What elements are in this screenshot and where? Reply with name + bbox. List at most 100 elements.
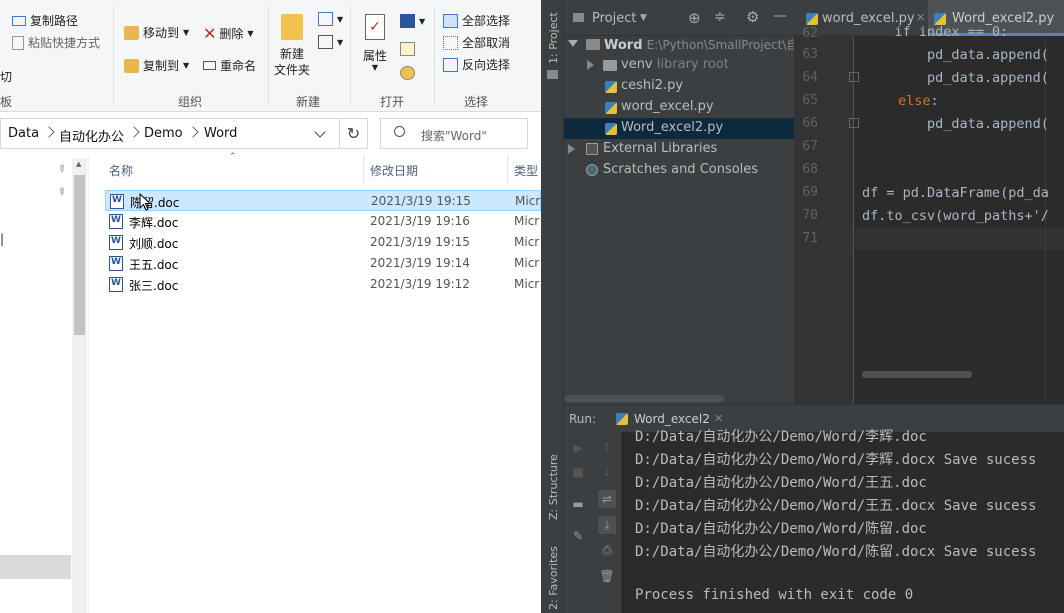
column-header-name[interactable]: 名称 (109, 162, 133, 179)
print-icon[interactable]: ⎙ (599, 542, 615, 558)
scroll-up-icon[interactable]: ↑ (599, 440, 615, 456)
file-row[interactable]: 陈留.doc 2021/3/19 19:15 Micr (105, 190, 541, 211)
trash-icon[interactable]: 🗑 (599, 568, 615, 584)
library-icon (586, 143, 598, 155)
cut-label: 切 (0, 70, 13, 84)
line-number: 66 (802, 116, 818, 131)
properties-button[interactable]: ✓ 属性 ▼ (358, 14, 392, 72)
copy-path-button[interactable]: 复制路径 (12, 12, 78, 29)
side-tab-project[interactable]: 1: Project (547, 12, 560, 64)
scroll-up-arrow-icon[interactable]: ▲ (76, 160, 81, 168)
tree-item-file[interactable]: ceshi2.py (621, 78, 683, 93)
tree-item-venv-hint: library root (656, 57, 729, 72)
breadcrumb-word[interactable]: Word (204, 126, 237, 141)
select-all-button[interactable]: 全部选择 (443, 12, 510, 29)
project-view-selector[interactable]: Project (592, 11, 636, 26)
new-item-button[interactable]: ▼ (318, 12, 343, 26)
hide-panel-icon[interactable]: — (773, 8, 787, 24)
rerun-icon[interactable]: ▶ (570, 440, 586, 456)
run-tab-label[interactable]: Word_excel2 (634, 412, 710, 426)
expand-arrow-icon[interactable] (568, 40, 578, 47)
tree-root-path: E:\Python\SmallProject\自动 (646, 38, 811, 52)
file-name: 李辉.doc (129, 216, 179, 230)
pin-tab-icon[interactable]: ✎ (570, 528, 586, 544)
address-dropdown-icon[interactable] (314, 126, 326, 138)
easy-access-button[interactable]: ▼ (318, 35, 343, 49)
close-icon[interactable]: ✕ (714, 412, 723, 425)
caret-line-highlight (855, 228, 1064, 250)
search-placeholder: 搜索"Word" (421, 129, 487, 143)
side-tab-structure[interactable]: Z: Structure (547, 454, 560, 520)
file-row[interactable]: 刘顺.doc 2021/3/19 19:15 Micr (105, 232, 541, 253)
project-panel-header: Project ▼ ⊕ ≑ ⚙ — (564, 0, 794, 36)
rename-button[interactable]: 重命名 (203, 57, 256, 74)
gear-icon[interactable]: ⚙ (746, 8, 759, 26)
delete-button[interactable]: ✕ 删除 ▼ (203, 24, 254, 43)
column-header-type[interactable]: 类型 (514, 162, 538, 179)
collapse-all-icon[interactable]: ≑ (714, 9, 726, 25)
code-line: pd_data.append( (862, 47, 1049, 63)
breadcrumb-automation[interactable]: 自动化办公 (59, 126, 124, 145)
delete-label: 删除 (219, 27, 244, 41)
layout-icon[interactable]: ▬ (570, 496, 586, 512)
search-box[interactable]: 搜索"Word" (380, 118, 528, 149)
tree-root-name: Word (604, 38, 643, 53)
column-separator[interactable] (363, 156, 364, 184)
breadcrumb-data[interactable]: Data (8, 126, 39, 141)
run-toolbar-left: ▶ ■ ▬ ✎ (564, 432, 592, 613)
open-word-button[interactable]: ▼ (400, 14, 425, 28)
breadcrumb-chevron-icon[interactable] (187, 126, 199, 138)
address-bar[interactable]: Data 自动化办公 Demo Word (0, 118, 368, 149)
nav-selected-item[interactable] (0, 555, 71, 579)
tree-item-scratches[interactable]: Scratches and Consoles (603, 162, 758, 177)
editor-horizontal-scrollbar[interactable] (862, 371, 972, 378)
delete-x-icon: ✕ (203, 24, 217, 43)
column-header-date[interactable]: 修改日期 (370, 162, 418, 179)
cut-button-partial[interactable]: 切 (0, 68, 12, 85)
chevron-down-icon[interactable]: ▼ (640, 13, 647, 23)
sort-indicator-icon: ⌃ (229, 152, 237, 162)
scroll-to-end-icon[interactable]: ⤓ (598, 516, 616, 534)
tree-root[interactable]: Word E:\Python\SmallProject\自动 (604, 36, 810, 53)
fold-marker-icon[interactable] (849, 72, 859, 82)
breadcrumb-chevron-icon[interactable] (128, 126, 140, 138)
tree-item-file-selected[interactable]: Word_excel2.py (621, 120, 723, 135)
tree-item-venv[interactable]: venv library root (621, 57, 729, 72)
tree-item-file[interactable]: word_excel.py (621, 99, 714, 114)
nav-scrollbar-thumb[interactable] (74, 175, 85, 335)
fold-marker-icon[interactable] (849, 118, 859, 128)
edit-button[interactable] (400, 42, 419, 56)
project-horizontal-scrollbar[interactable] (564, 395, 724, 402)
edit-pencil-icon (400, 42, 415, 56)
line-number: 64 (802, 70, 818, 85)
refresh-button[interactable]: ↻ (339, 118, 367, 149)
history-button[interactable] (400, 66, 419, 80)
ribbon-separator (113, 6, 114, 106)
file-row[interactable]: 王五.doc 2021/3/19 19:14 Micr (105, 253, 541, 274)
copy-to-button[interactable]: 复制到 ▼ (124, 57, 189, 74)
column-separator[interactable] (507, 156, 508, 184)
new-item-icon (318, 12, 333, 26)
breadcrumb-chevron-icon[interactable] (43, 126, 55, 138)
locate-target-icon[interactable]: ⊕ (688, 9, 701, 27)
python-run-icon (616, 413, 628, 425)
breadcrumb-demo[interactable]: Demo (144, 126, 183, 141)
file-row[interactable]: 张三.doc 2021/3/19 19:12 Micr (105, 274, 541, 295)
new-folder-button[interactable]: 新建 文件夹 (274, 14, 310, 78)
tree-item-external-libraries[interactable]: External Libraries (603, 141, 717, 156)
paste-shortcut-button[interactable]: 粘贴快捷方式 (12, 34, 100, 51)
soft-wrap-icon[interactable]: ⇌ (598, 490, 616, 508)
stop-icon[interactable]: ■ (570, 464, 586, 480)
file-type: Micr (514, 214, 540, 228)
collapse-arrow-icon[interactable] (587, 60, 594, 70)
collapse-arrow-icon[interactable] (568, 144, 575, 154)
file-name: 陈留.doc (130, 196, 180, 210)
scroll-down-icon[interactable]: ↓ (599, 464, 615, 480)
invert-selection-button[interactable]: 反向选择 (443, 56, 510, 73)
nav-item-partial[interactable]: | (0, 232, 4, 246)
move-to-button[interactable]: 移动到 ▼ (124, 24, 189, 41)
side-tab-favorites[interactable]: 2: Favorites (547, 546, 560, 610)
close-icon[interactable]: ✕ (916, 11, 925, 24)
select-none-button[interactable]: 全部取消 (443, 34, 510, 51)
file-row[interactable]: 李辉.doc 2021/3/19 19:16 Micr (105, 211, 541, 232)
